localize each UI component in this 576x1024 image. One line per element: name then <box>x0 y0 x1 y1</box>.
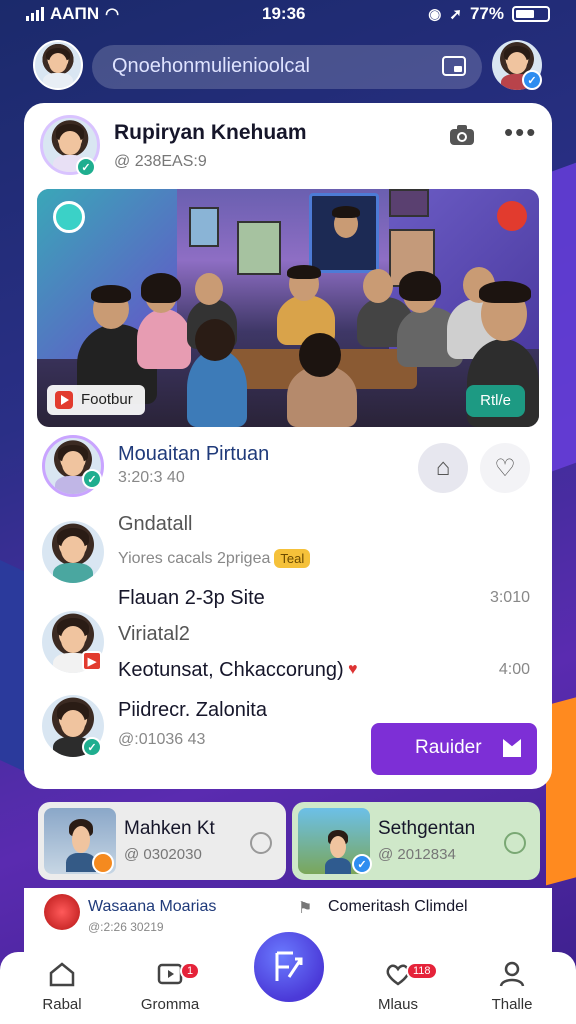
user-name: Piidrecr. Zalonita <box>118 699 267 721</box>
alarm-icon: ◉ <box>428 6 442 23</box>
tv-screen <box>309 193 379 273</box>
post-card: ✓ Rupiryan Knehuam @ 238EAS:9 ••• Footbu… <box>24 103 552 789</box>
carrier-label: AAΠN <box>50 4 100 23</box>
item-time: 4:00 <box>498 661 530 678</box>
chat-bubble-icon[interactable]: ⌂ <box>418 443 468 493</box>
search-input[interactable]: Qnoehonmulienioolcal <box>92 45 482 89</box>
notification-badge: 118 <box>406 962 438 980</box>
suggestion-card[interactable]: ✓ Sethgentan @ 2012834 <box>292 802 540 880</box>
battery-icon <box>512 6 550 22</box>
clock: 19:36 <box>262 4 306 23</box>
nav-item-messages[interactable]: Mlaus 118 <box>358 960 438 1013</box>
notification-badge: 1 <box>180 962 201 980</box>
activity-title[interactable]: Comeritash Climdel <box>328 898 468 916</box>
wifi-icon: ◠ <box>105 6 120 23</box>
flag-icon: ⚑ <box>298 900 313 917</box>
status-dot-icon <box>92 852 114 874</box>
remind-button[interactable]: Rauider <box>371 723 537 775</box>
author-name[interactable]: Rupiryan Knehuam <box>114 121 307 145</box>
search-placeholder: Qnoehonmulienioolcal <box>112 55 310 77</box>
info-icon[interactable] <box>504 832 526 854</box>
verified-icon: ✓ <box>352 854 372 874</box>
list-item[interactable]: Gndatall Yiores cacals 2prigea Teal <box>42 511 534 587</box>
author-handle: @ 238EAS:9 <box>114 153 207 170</box>
verified-icon: ✓ <box>76 157 96 177</box>
item-line: Keotunsat, Chkaccorung) <box>118 659 344 681</box>
tag-chip: Teal <box>274 549 311 568</box>
user-sub: @:01036 43 <box>118 731 206 748</box>
camera-icon[interactable] <box>448 123 476 147</box>
record-icon <box>44 894 80 930</box>
card-title: Mahken Kt <box>124 818 215 839</box>
verified-icon: ✓ <box>82 737 102 757</box>
heart-icon[interactable]: ♡ <box>480 443 530 493</box>
post-photo[interactable]: Footbur Rtl/e <box>37 189 539 427</box>
battery-percent: 77% <box>469 4 504 23</box>
my-avatar[interactable] <box>33 40 83 90</box>
list-item[interactable]: ▶ Viriatal2 Keotunsat, Chkaccorung) ♥ 4:… <box>42 611 534 695</box>
card-sub: @ 0302030 <box>124 846 202 863</box>
share-edit-icon <box>275 951 303 981</box>
live-tag[interactable]: Rtl/e <box>466 385 525 417</box>
nav-item-home[interactable]: Rabal <box>22 960 102 1013</box>
list-item[interactable]: ✓ Mouaitan Pirtuan 3:20:3 40 ⌂ ♡ <box>42 433 534 503</box>
profile-icon <box>499 961 525 987</box>
user-name: Mouaitan Pirtuan <box>118 443 270 465</box>
activity-sub: @:2:26 30219 <box>88 920 164 934</box>
verified-icon: ✓ <box>522 70 542 90</box>
bookmark-icon <box>503 739 521 757</box>
verified-icon: ✓ <box>82 469 102 489</box>
video-badge-icon: ▶ <box>82 651 102 671</box>
channel-badge-icon <box>53 201 85 233</box>
info-icon[interactable] <box>250 832 272 854</box>
item-time: 3:010 <box>489 589 530 606</box>
user-sub: Yiores cacals 2prigea Teal <box>118 549 311 568</box>
heart-small-icon: ♥ <box>348 661 358 678</box>
card-sub: @ 2012834 <box>378 846 456 863</box>
user-sub: 3:20:3 40 <box>118 469 185 486</box>
signal-icon <box>26 7 44 21</box>
status-bar: AAΠN ◠ 19:36 ◉ ➚ 77% <box>0 0 576 30</box>
heart-badge-icon <box>497 201 527 231</box>
nav-item-profile[interactable]: Thalle <box>472 960 552 1013</box>
item-title: Flauan 2-3p Site <box>118 587 265 609</box>
nav-item-video[interactable]: Gromma 1 <box>130 960 210 1013</box>
user-avatar <box>42 521 104 583</box>
home-icon <box>49 962 75 987</box>
activity-title[interactable]: Wasaana Moarias <box>88 898 216 916</box>
user-name: Viriatal2 <box>118 623 190 645</box>
card-title: Sethgentan <box>378 818 476 839</box>
suggestion-card[interactable]: Mahken Kt @ 0302030 <box>38 802 286 880</box>
cast-icon[interactable] <box>442 56 466 76</box>
more-options-icon[interactable]: ••• <box>504 119 537 145</box>
video-tag[interactable]: Footbur <box>47 385 145 415</box>
location-icon: ➚ <box>449 6 462 23</box>
user-name: Gndatall <box>118 513 193 535</box>
compose-button[interactable] <box>250 928 328 1006</box>
